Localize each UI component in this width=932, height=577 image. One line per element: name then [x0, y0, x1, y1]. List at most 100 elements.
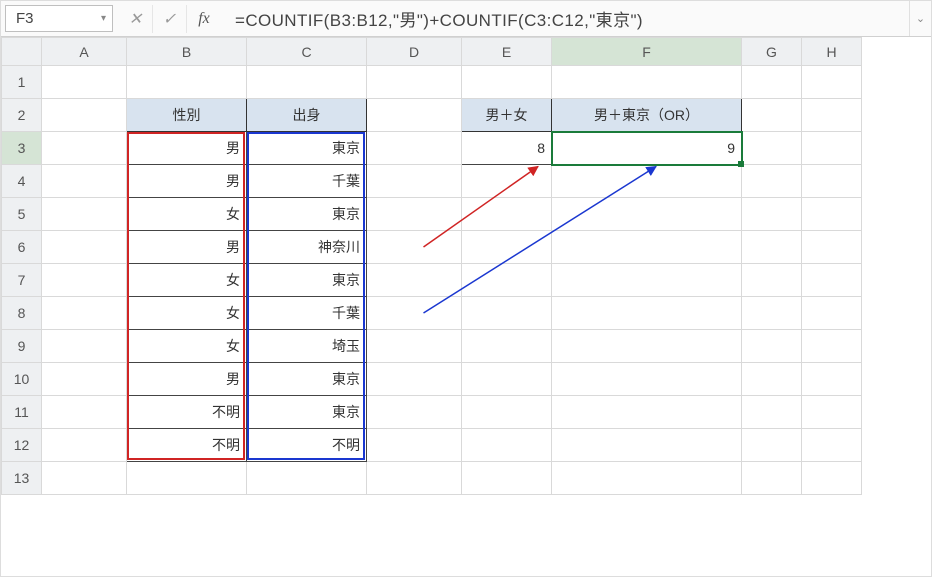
- cell-H5[interactable]: [802, 198, 862, 231]
- cell-A10[interactable]: [42, 363, 127, 396]
- cell-G12[interactable]: [742, 429, 802, 462]
- cell-C13[interactable]: [247, 462, 367, 495]
- cell-H2[interactable]: [802, 99, 862, 132]
- cell-H12[interactable]: [802, 429, 862, 462]
- cell-F6[interactable]: [552, 231, 742, 264]
- cell-D13[interactable]: [367, 462, 462, 495]
- cancel-button[interactable]: ✕: [119, 5, 153, 33]
- cell-D4[interactable]: [367, 165, 462, 198]
- column-header-G[interactable]: G: [742, 38, 802, 66]
- cell-A12[interactable]: [42, 429, 127, 462]
- cell-B11[interactable]: 不明: [127, 396, 247, 429]
- cell-G11[interactable]: [742, 396, 802, 429]
- confirm-button[interactable]: ✓: [153, 5, 187, 33]
- row-header-2[interactable]: 2: [2, 99, 42, 132]
- cell-E2[interactable]: 男＋女: [462, 99, 552, 132]
- cell-B6[interactable]: 男: [127, 231, 247, 264]
- cell-E6[interactable]: [462, 231, 552, 264]
- fill-handle[interactable]: [738, 161, 744, 167]
- row-header-12[interactable]: 12: [2, 429, 42, 462]
- cell-E5[interactable]: [462, 198, 552, 231]
- cell-C10[interactable]: 東京: [247, 363, 367, 396]
- cell-F5[interactable]: [552, 198, 742, 231]
- cell-G2[interactable]: [742, 99, 802, 132]
- expand-formula-bar-button[interactable]: ⌄: [909, 1, 931, 36]
- cell-A11[interactable]: [42, 396, 127, 429]
- cell-A2[interactable]: [42, 99, 127, 132]
- cell-B4[interactable]: 男: [127, 165, 247, 198]
- name-box[interactable]: F3 ▾: [5, 5, 113, 32]
- cell-C6[interactable]: 神奈川: [247, 231, 367, 264]
- name-box-dropdown-icon[interactable]: ▾: [101, 13, 106, 24]
- cell-D10[interactable]: [367, 363, 462, 396]
- cell-A7[interactable]: [42, 264, 127, 297]
- cell-E4[interactable]: [462, 165, 552, 198]
- cell-H7[interactable]: [802, 264, 862, 297]
- cell-C4[interactable]: 千葉: [247, 165, 367, 198]
- column-header-F[interactable]: F: [552, 38, 742, 66]
- row-header-4[interactable]: 4: [2, 165, 42, 198]
- row-header-1[interactable]: 1: [2, 66, 42, 99]
- cell-D9[interactable]: [367, 330, 462, 363]
- cell-D11[interactable]: [367, 396, 462, 429]
- cell-H1[interactable]: [802, 66, 862, 99]
- cell-F13[interactable]: [552, 462, 742, 495]
- cell-F9[interactable]: [552, 330, 742, 363]
- cell-A5[interactable]: [42, 198, 127, 231]
- cell-D5[interactable]: [367, 198, 462, 231]
- cell-B5[interactable]: 女: [127, 198, 247, 231]
- column-header-D[interactable]: D: [367, 38, 462, 66]
- cell-C1[interactable]: [247, 66, 367, 99]
- row-header-3[interactable]: 3: [2, 132, 42, 165]
- cell-H9[interactable]: [802, 330, 862, 363]
- cell-H13[interactable]: [802, 462, 862, 495]
- cell-F7[interactable]: [552, 264, 742, 297]
- cell-G3[interactable]: [742, 132, 802, 165]
- cell-H10[interactable]: [802, 363, 862, 396]
- cell-E7[interactable]: [462, 264, 552, 297]
- row-header-10[interactable]: 10: [2, 363, 42, 396]
- cell-B13[interactable]: [127, 462, 247, 495]
- cell-D12[interactable]: [367, 429, 462, 462]
- cell-E3[interactable]: 8: [462, 132, 552, 165]
- cell-B2[interactable]: 性別: [127, 99, 247, 132]
- cell-D7[interactable]: [367, 264, 462, 297]
- cell-C9[interactable]: 埼玉: [247, 330, 367, 363]
- cell-D1[interactable]: [367, 66, 462, 99]
- cell-H3[interactable]: [802, 132, 862, 165]
- cell-G8[interactable]: [742, 297, 802, 330]
- cell-A9[interactable]: [42, 330, 127, 363]
- cell-E8[interactable]: [462, 297, 552, 330]
- cell-C5[interactable]: 東京: [247, 198, 367, 231]
- cell-C12[interactable]: 不明: [247, 429, 367, 462]
- cell-D2[interactable]: [367, 99, 462, 132]
- column-header-C[interactable]: C: [247, 38, 367, 66]
- cell-D6[interactable]: [367, 231, 462, 264]
- cell-G1[interactable]: [742, 66, 802, 99]
- cell-F8[interactable]: [552, 297, 742, 330]
- cell-B12[interactable]: 不明: [127, 429, 247, 462]
- row-header-11[interactable]: 11: [2, 396, 42, 429]
- cell-F10[interactable]: [552, 363, 742, 396]
- cell-F2[interactable]: 男＋東京（OR）: [552, 99, 742, 132]
- column-header-H[interactable]: H: [802, 38, 862, 66]
- cell-E1[interactable]: [462, 66, 552, 99]
- cell-B10[interactable]: 男: [127, 363, 247, 396]
- cell-A6[interactable]: [42, 231, 127, 264]
- cell-H6[interactable]: [802, 231, 862, 264]
- cell-G9[interactable]: [742, 330, 802, 363]
- cell-B8[interactable]: 女: [127, 297, 247, 330]
- row-header-6[interactable]: 6: [2, 231, 42, 264]
- select-all-corner[interactable]: [2, 38, 42, 66]
- cell-H11[interactable]: [802, 396, 862, 429]
- row-header-13[interactable]: 13: [2, 462, 42, 495]
- cell-H8[interactable]: [802, 297, 862, 330]
- cell-F1[interactable]: [552, 66, 742, 99]
- cell-F3[interactable]: 9: [552, 132, 742, 165]
- cell-C3[interactable]: 東京: [247, 132, 367, 165]
- cell-C8[interactable]: 千葉: [247, 297, 367, 330]
- cell-B3[interactable]: 男: [127, 132, 247, 165]
- cell-C7[interactable]: 東京: [247, 264, 367, 297]
- cell-A13[interactable]: [42, 462, 127, 495]
- cell-E13[interactable]: [462, 462, 552, 495]
